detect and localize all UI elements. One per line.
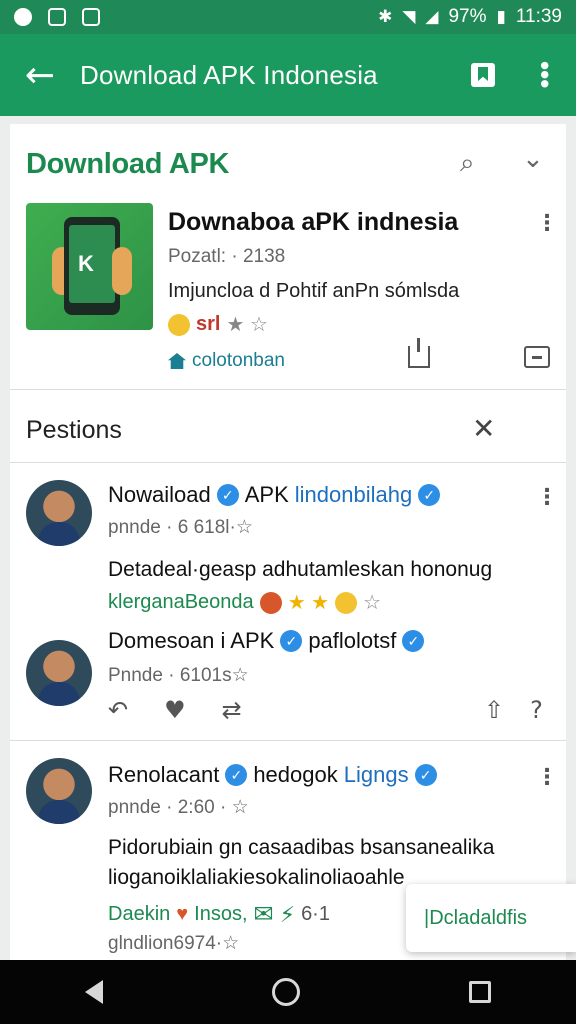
rating-label: srl [196, 313, 221, 335]
like-icon[interactable]: ♥ [164, 696, 186, 724]
post-author-name: Domesoan i APK [108, 628, 275, 653]
post-author[interactable]: Renolacant ✓ hedogok Ligngs ✓ [108, 762, 437, 788]
post-meta: pnnde · 2:60 · ☆ [108, 797, 249, 818]
avatar[interactable] [26, 758, 92, 824]
avatar[interactable] [26, 640, 92, 706]
reply-icon[interactable]: ↶ [108, 696, 128, 724]
star-icon: ★ ☆ [226, 314, 268, 336]
post-author-name: Renolacant [108, 762, 220, 787]
post-actions-right: ⇧ ? [484, 696, 543, 724]
share-icon[interactable]: ⇧ [484, 696, 504, 724]
app-rating: srl ★ ☆ [168, 312, 268, 337]
post-actions: ↶ ♥ ⇄ [108, 696, 242, 724]
app-icon [82, 8, 100, 26]
post-tags-text: Daekin [108, 903, 171, 925]
emoji-icon [168, 313, 190, 336]
post-author-tail: hedogok [253, 762, 338, 787]
post-body: Pidorubiain gn casaadibas bsansanealika [108, 836, 495, 859]
avatar[interactable] [26, 480, 92, 546]
wifi-icon: ◥ [402, 7, 416, 26]
battery-icon: ▮ [496, 7, 506, 26]
app-logo: K [78, 251, 94, 276]
mail-icon: ✉ [253, 901, 274, 928]
post-meta: Pnnde · 6101s☆ [108, 665, 249, 686]
share-icon[interactable] [408, 338, 430, 368]
bookmark-button[interactable] [452, 63, 514, 87]
emoji-icon [335, 591, 358, 614]
post-tags-text: klerganaBeonda [108, 591, 254, 613]
notification-icon [14, 8, 32, 26]
post-author-tail: paflolotsf [308, 628, 397, 653]
post-tags: klerganaBeonda ★ ★ ☆ [108, 590, 381, 615]
nav-home-icon[interactable] [271, 978, 300, 1006]
post-tags-text-2: Insos, [194, 903, 248, 925]
app-thumbnail[interactable]: K [26, 203, 153, 330]
divider [10, 462, 566, 463]
post-body-line2: lioganoiklaliakiesokalinoliaoahle [108, 866, 405, 889]
verified-icon: ✓ [225, 764, 248, 786]
heart-icon: ♥ [176, 903, 189, 925]
post-author[interactable]: Nowaiload ✓ APK lindonbilahg ✓ [108, 482, 441, 508]
chevron-down-icon[interactable]: ⌄ [522, 144, 544, 174]
bluetooth-icon: ✱ [378, 7, 393, 26]
nav-back-icon[interactable] [84, 980, 103, 1004]
post-meta: pnnde · 6 618l·☆ [108, 517, 253, 538]
gallery-icon [48, 8, 66, 26]
star-outline-icon: ☆ [363, 592, 382, 614]
message-icon[interactable] [524, 346, 550, 368]
search-icon[interactable]: ⌕ [460, 148, 475, 179]
post-tags-text-3: 6·1 [301, 903, 330, 925]
post-author[interactable]: Domesoan i APK ✓ paflolotsf ✓ [108, 628, 425, 654]
help-icon[interactable]: ? [530, 696, 543, 724]
app-link-label: colotonban [192, 350, 285, 371]
app-meta: Pozatl: · 2138 [168, 246, 286, 267]
bolt-icon: ⚡ [279, 901, 296, 927]
app-title[interactable]: Downaboa aPK indnesia [168, 208, 458, 237]
app-bar: ← Download APK Indonesia ••• [0, 34, 576, 116]
back-arrow-icon[interactable]: ← [0, 55, 80, 96]
post-author-name: Nowaiload [108, 482, 211, 507]
post-more-icon[interactable]: ⋮ [536, 484, 558, 510]
clock: 11:39 [515, 6, 562, 27]
post-body: Detadeal·geasp adhutamleskan hononug [108, 558, 493, 581]
verified-icon: ✓ [414, 764, 437, 786]
bookmark-icon [471, 63, 495, 87]
more-vert-icon: ••• [530, 61, 560, 89]
home-icon [168, 353, 186, 369]
app-more-icon[interactable]: ⋮ [536, 210, 558, 236]
battery-level: 97% [448, 6, 487, 27]
post-author-accent: lindonbilahg [294, 482, 413, 507]
star-icon: ★ ★ [287, 592, 330, 614]
verified-icon: ✓ [402, 630, 425, 652]
section-title: Pestions [26, 416, 122, 444]
signal-icon: ◢ [425, 7, 439, 26]
verified-icon: ✓ [418, 484, 441, 506]
post-author-tail: APK [244, 482, 289, 507]
card-heading: Download APK [26, 148, 230, 180]
verified-icon: ✓ [216, 484, 239, 506]
navigation-bar [0, 960, 576, 1024]
verified-icon: ✓ [280, 630, 303, 652]
post-author-accent: Ligngs [343, 762, 409, 787]
app-description: Imjuncloa d Pohtif anPn sómlsda [168, 280, 460, 302]
app-link[interactable]: colotonban [168, 350, 285, 372]
more-vert-button[interactable]: ••• [514, 61, 576, 88]
status-bar: ✱ ◥ ◢ 97% ▮ 11:39 [0, 0, 576, 34]
repost-icon[interactable]: ⇄ [222, 696, 242, 724]
nav-recents-icon[interactable] [469, 981, 492, 1003]
app-card: Download APK ⌕ ⌄ K Downaboa aPK indnesia… [10, 124, 566, 390]
close-icon[interactable]: ✕ [472, 412, 495, 445]
divider [10, 740, 566, 741]
post-more-icon[interactable]: ⋮ [536, 764, 558, 790]
post-footer: glndlion6974·☆ [108, 933, 240, 954]
post-tags: Daekin ♥ Insos, ✉ ⚡ 6·1 [108, 900, 330, 929]
app-bar-title: Download APK Indonesia [80, 59, 378, 90]
emoji-icon [259, 591, 282, 614]
hand-right [112, 247, 132, 295]
toast-button[interactable]: |Dcladaldfis [406, 884, 576, 952]
posts-card: Pestions ✕ Nowaiload ✓ APK lindonbilahg … [10, 390, 566, 960]
